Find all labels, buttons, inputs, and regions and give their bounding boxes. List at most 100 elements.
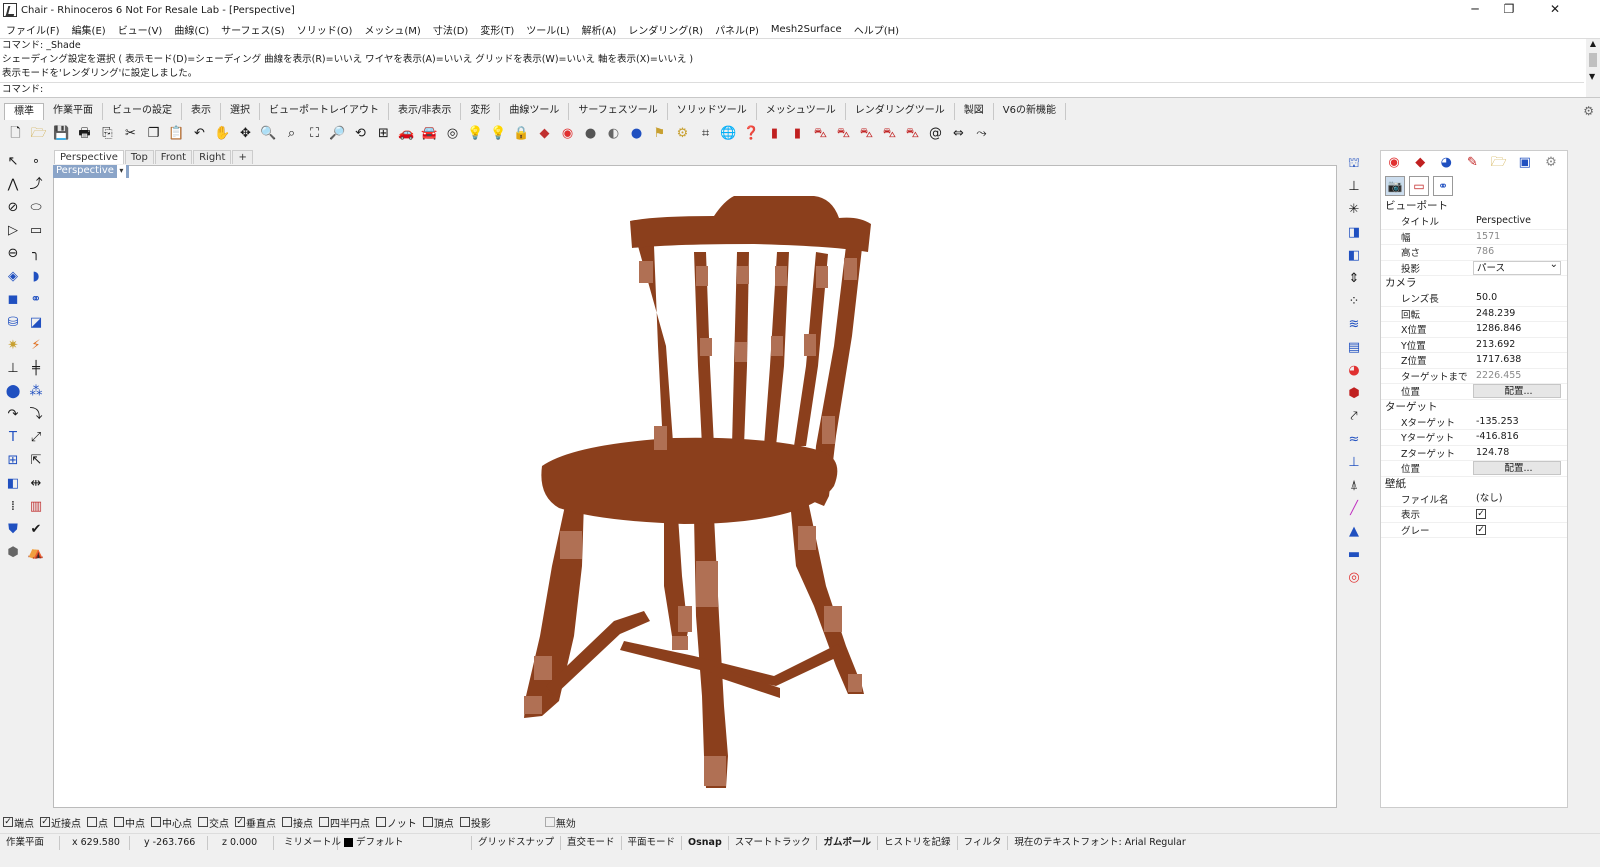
menu-edit[interactable]: 編集(E) — [72, 22, 106, 37]
layers-stack-icon[interactable]: ▤ — [1344, 338, 1364, 357]
smarttrack-toggle[interactable]: スマートトラック — [729, 835, 818, 850]
tab-select[interactable]: 選択 — [221, 103, 260, 120]
menu-view[interactable]: ビュー(V) — [118, 22, 163, 37]
select-arrow-icon[interactable]: ↖ — [3, 152, 23, 172]
menu-analyze[interactable]: 解析(A) — [582, 22, 617, 37]
paste-icon[interactable]: 📋 — [167, 124, 186, 143]
tab-cplanes[interactable]: 作業平面 — [44, 103, 103, 120]
osnap-checkbox[interactable] — [151, 817, 161, 827]
render-settings-icon[interactable]: ⚭ — [1433, 176, 1453, 196]
boolean-icon[interactable]: ⚭ — [26, 290, 46, 310]
wave-icon[interactable]: ≈ — [1344, 430, 1364, 449]
red-car-icon[interactable]: ▮ — [788, 124, 807, 143]
menu-help[interactable]: ヘルプ(H) — [854, 22, 899, 37]
layers-panel-icon[interactable]: ◆ — [1410, 153, 1430, 172]
offset-icon[interactable]: ↷ — [3, 405, 23, 425]
lock-icon[interactable]: 🔒 — [512, 124, 531, 143]
menu-file[interactable]: ファイル(F) — [6, 22, 60, 37]
menu-mesh2surface[interactable]: Mesh2Surface — [771, 24, 842, 35]
place-button[interactable]: 配置... — [1473, 384, 1561, 399]
filter-toggle[interactable]: フィルタ — [958, 835, 1009, 850]
menu-dimension[interactable]: 寸法(D) — [433, 22, 469, 37]
plane-icon[interactable]: ◧ — [1344, 246, 1364, 265]
check-icon[interactable]: ✔ — [26, 520, 46, 540]
snap-grid-icon[interactable]: ⌗ — [696, 124, 715, 143]
property-value[interactable]: 786 — [1473, 245, 1561, 259]
viewport-tab-top[interactable]: Top — [124, 150, 154, 164]
box-icon[interactable]: ◼ — [3, 290, 23, 310]
vertical-align-icon[interactable]: ⇕ — [1344, 269, 1364, 288]
grid-array-icon[interactable]: ⁞ — [3, 497, 23, 517]
move-icon[interactable]: ✥ — [236, 124, 255, 143]
layer-indicator[interactable]: デフォルト — [338, 835, 472, 850]
fillet-icon[interactable]: ⚡ — [26, 336, 46, 356]
zoom-selected-icon[interactable]: 🔎 — [328, 124, 347, 143]
ortho-toggle[interactable]: 直交モード — [561, 835, 622, 850]
tab-mesh-tools[interactable]: メッシュツール — [757, 103, 846, 120]
car-front-icon[interactable]: ⛍ — [857, 124, 876, 143]
explode-icon[interactable]: ✷ — [3, 336, 23, 356]
rectangle-icon[interactable]: ▭ — [26, 221, 46, 241]
shaded-sphere-icon[interactable]: ● — [581, 124, 600, 143]
camera-target-icon[interactable]: ⊥ — [1344, 177, 1364, 196]
perspective-viewport[interactable] — [53, 165, 1337, 808]
camera-props-icon[interactable]: 📷 — [1385, 176, 1405, 196]
property-value[interactable]: -416.816 — [1473, 430, 1561, 444]
osnap-checkbox[interactable] — [376, 817, 386, 827]
transform-icon[interactable]: ⇔ — [949, 124, 968, 143]
property-value[interactable]: 50.0 — [1473, 291, 1561, 305]
new-file-icon[interactable]: 🗋 — [6, 124, 25, 143]
trim-icon[interactable]: ⊥ — [3, 359, 23, 379]
grid-snap-toggle[interactable]: グリッドスナップ — [472, 835, 562, 850]
arc-icon[interactable]: ▷ — [3, 221, 23, 241]
command-prompt-input[interactable]: コマンド: — [0, 82, 1584, 97]
undo-icon[interactable]: ↶ — [190, 124, 209, 143]
tab-drafting[interactable]: 製図 — [955, 103, 994, 120]
osnap-item[interactable]: 頂点 — [422, 815, 454, 830]
property-value[interactable]: 1571 — [1473, 230, 1561, 244]
property-value[interactable]: 1286.846 — [1473, 322, 1561, 336]
osnap-item[interactable]: ✓ 垂直点 — [235, 815, 276, 830]
osnap-item[interactable]: 交点 — [198, 815, 229, 830]
osnap-checkbox[interactable] — [282, 817, 292, 827]
four-view-icon[interactable]: ⊞ — [374, 124, 393, 143]
red-card-icon[interactable]: ▮ — [765, 124, 784, 143]
shell-icon[interactable]: ⛊ — [3, 520, 23, 540]
scroll-up-arrow-icon[interactable]: ▲ — [1586, 39, 1600, 48]
property-checkbox[interactable]: ✓ — [1476, 524, 1486, 535]
property-checkbox[interactable]: ✓ — [1476, 509, 1486, 520]
zoom-extents-icon[interactable]: ⛶ — [305, 124, 324, 143]
ground-icon[interactable]: ⊥ — [1344, 453, 1364, 472]
osnap-checkbox[interactable] — [114, 817, 124, 827]
scale-icon[interactable]: ▥ — [26, 497, 46, 517]
osnap-checkbox[interactable] — [319, 817, 329, 827]
osnap-checkbox[interactable]: ✓ — [40, 817, 50, 827]
menu-solid[interactable]: ソリッド(O) — [297, 22, 353, 37]
menu-curve[interactable]: 曲線(C) — [174, 22, 209, 37]
lightbulbs-icon[interactable]: 💡 — [489, 124, 508, 143]
viewport-tab-perspective[interactable]: Perspective — [54, 150, 124, 164]
tab-transform[interactable]: 変形 — [461, 103, 501, 120]
osnap-toggle[interactable]: Osnap — [682, 835, 729, 850]
osnap-item[interactable]: ✓ 端点 — [3, 815, 34, 830]
control-points-icon[interactable]: ⁘ — [1344, 292, 1364, 311]
mirror-icon[interactable]: ⍋ — [1344, 476, 1364, 495]
scroll-thumb[interactable] — [1589, 53, 1597, 67]
record-history-toggle[interactable]: ヒストリを記録 — [878, 835, 958, 850]
join-icon[interactable]: ⬤ — [3, 382, 23, 402]
property-value[interactable]: 248.239 — [1473, 307, 1561, 321]
color-wheel-icon[interactable]: ◉ — [558, 124, 577, 143]
polyline-icon[interactable]: ⋀ — [3, 175, 23, 195]
add-viewport-tab[interactable]: + — [232, 150, 253, 164]
osnap-item[interactable]: 投影 — [459, 815, 491, 830]
car-icon[interactable]: 🚗 — [397, 124, 416, 143]
property-value[interactable]: 2226.455 — [1473, 369, 1561, 383]
viewport-menu-arrow-icon[interactable]: ▾ — [116, 165, 126, 178]
render-icon[interactable]: ⛺ — [26, 543, 46, 563]
planar-toggle[interactable]: 平面モード — [622, 835, 683, 850]
lightbulb-icon[interactable]: 💡 — [466, 124, 485, 143]
polygon-icon[interactable]: ⊖ — [3, 244, 23, 264]
gumball-toggle[interactable]: ガムボール — [817, 835, 878, 850]
graph-icon[interactable]: ⤤ — [1344, 407, 1364, 426]
property-value[interactable]: (なし) — [1473, 492, 1561, 506]
